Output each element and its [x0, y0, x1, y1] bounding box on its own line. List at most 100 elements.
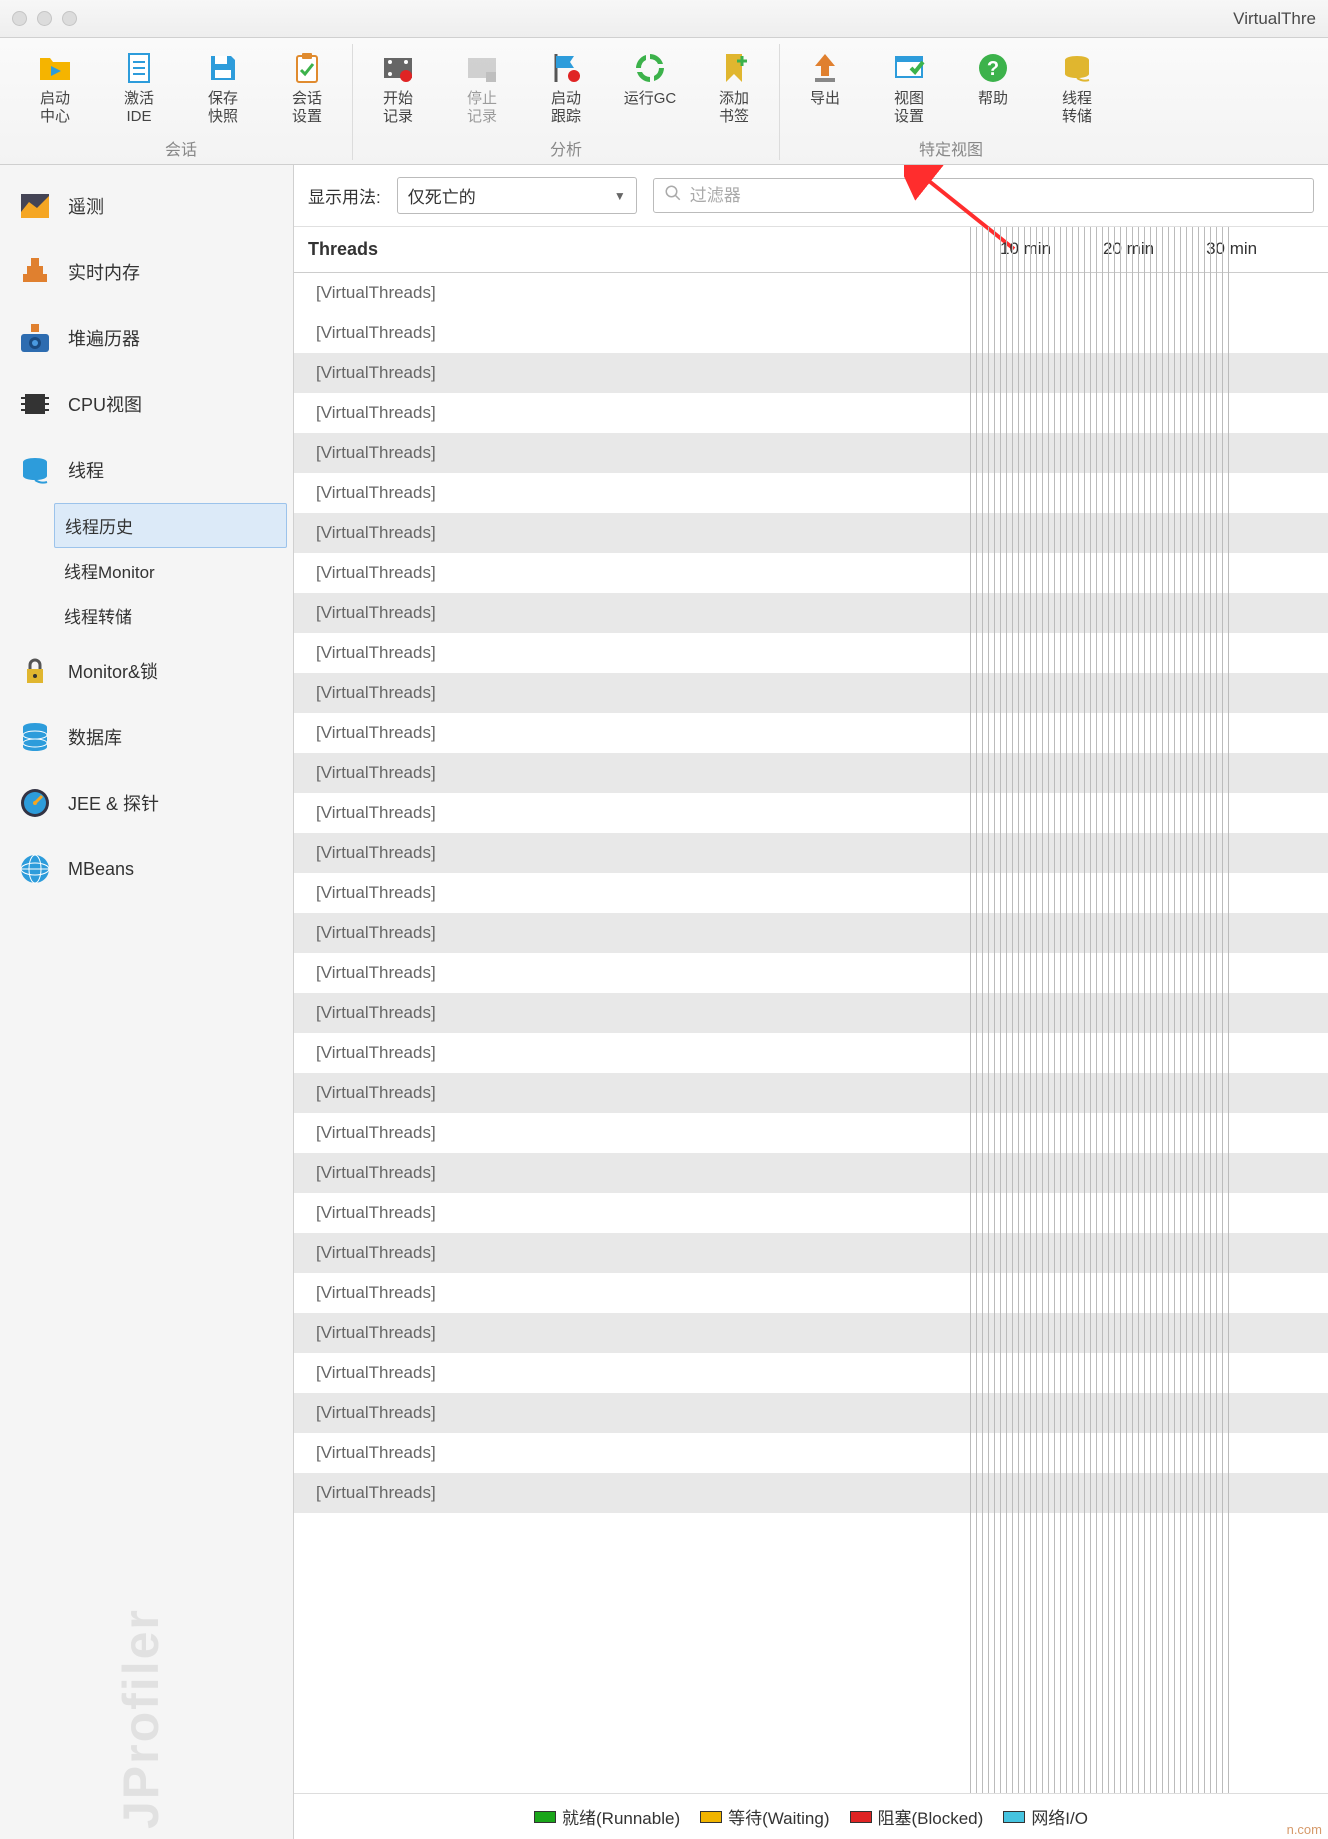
- start-center-button[interactable]: 启动 中心: [20, 44, 90, 130]
- film-stop-icon: [462, 48, 502, 88]
- tool-label: 运行GC: [624, 90, 677, 108]
- sidebar-item-live-memory[interactable]: 实时内存: [0, 239, 293, 305]
- database-icon: [16, 718, 54, 756]
- thread-area: Threads 10 min20 min30 min [VirtualThrea…: [294, 227, 1328, 1793]
- start-recording-button[interactable]: 开始 记录: [363, 44, 433, 130]
- display-mode-dropdown[interactable]: 仅死亡的 ▼: [397, 177, 637, 214]
- thread-row[interactable]: [VirtualThreads]: [294, 1353, 1328, 1393]
- sidebar-item-threads[interactable]: 线程: [0, 437, 293, 503]
- view-settings-button[interactable]: 视图 设置: [874, 44, 944, 130]
- group-label: 分析: [363, 136, 769, 160]
- toolbar-group: 导出视图 设置 ?帮助线程 转储特定视图: [780, 44, 1122, 160]
- folder-play-icon: [35, 48, 75, 88]
- thread-row[interactable]: [VirtualThreads]: [294, 713, 1328, 753]
- window-title: VirtualThre: [1233, 9, 1316, 29]
- filter-input[interactable]: [690, 186, 1303, 206]
- thread-row[interactable]: [VirtualThreads]: [294, 993, 1328, 1033]
- help-button[interactable]: ?帮助: [958, 44, 1028, 130]
- sidebar-item-jee-probes[interactable]: JEE & 探针: [0, 770, 293, 836]
- thread-row[interactable]: [VirtualThreads]: [294, 1433, 1328, 1473]
- thread-row[interactable]: [VirtualThreads]: [294, 273, 1328, 313]
- sidebar-item-cpu-views[interactable]: CPU视图: [0, 371, 293, 437]
- thread-name: [VirtualThreads]: [316, 1003, 970, 1023]
- thread-row[interactable]: [VirtualThreads]: [294, 1073, 1328, 1113]
- threads-column-header[interactable]: Threads: [308, 239, 970, 260]
- sidebar-item-mbeans[interactable]: MBeans: [0, 836, 293, 902]
- sidebar-item-heap-walker[interactable]: 堆遍历器: [0, 305, 293, 371]
- thread-row[interactable]: [VirtualThreads]: [294, 633, 1328, 673]
- close-dot[interactable]: [12, 11, 27, 26]
- camera-icon: [16, 319, 54, 357]
- thread-name: [VirtualThreads]: [316, 843, 970, 863]
- save-icon: [203, 48, 243, 88]
- maximize-dot[interactable]: [62, 11, 77, 26]
- thread-row[interactable]: [VirtualThreads]: [294, 953, 1328, 993]
- thread-name: [VirtualThreads]: [316, 1443, 970, 1463]
- recycle-icon: [630, 48, 670, 88]
- thread-row[interactable]: [VirtualThreads]: [294, 793, 1328, 833]
- thread-row[interactable]: [VirtualThreads]: [294, 1393, 1328, 1433]
- legend-label: 就绪(Runnable): [562, 1804, 680, 1829]
- filter-label: 显示用法:: [308, 183, 381, 208]
- tool-label: 视图 设置: [894, 90, 924, 126]
- thread-name: [VirtualThreads]: [316, 643, 970, 663]
- window-controls[interactable]: [12, 11, 77, 26]
- sidebar-item-telemetry[interactable]: 遥测: [0, 173, 293, 239]
- thread-row[interactable]: [VirtualThreads]: [294, 353, 1328, 393]
- svg-text:?: ?: [987, 58, 999, 80]
- thread-row[interactable]: [VirtualThreads]: [294, 1153, 1328, 1193]
- thread-row[interactable]: [VirtualThreads]: [294, 1473, 1328, 1513]
- spool-icon: [1057, 48, 1097, 88]
- thread-row[interactable]: [VirtualThreads]: [294, 553, 1328, 593]
- sidebar-item-label: 实时内存: [68, 259, 140, 285]
- activate-ide-button[interactable]: 激活 IDE: [104, 44, 174, 130]
- sidebar-subitem-thread-dump[interactable]: 线程转储: [48, 593, 293, 638]
- thread-row[interactable]: [VirtualThreads]: [294, 593, 1328, 633]
- sidebar-item-label: CPU视图: [68, 391, 142, 417]
- thread-row[interactable]: [VirtualThreads]: [294, 1193, 1328, 1233]
- thread-row[interactable]: [VirtualThreads]: [294, 913, 1328, 953]
- thread-row[interactable]: [VirtualThreads]: [294, 1033, 1328, 1073]
- sidebar-item-label: MBeans: [68, 859, 134, 880]
- tool-label: 线程 转储: [1062, 90, 1092, 126]
- start-tracking-button[interactable]: 启动 跟踪: [531, 44, 601, 130]
- filter-search[interactable]: [653, 178, 1314, 213]
- thread-row[interactable]: [VirtualThreads]: [294, 473, 1328, 513]
- sidebar-item-label: 数据库: [68, 724, 122, 750]
- thread-row[interactable]: [VirtualThreads]: [294, 513, 1328, 553]
- thread-row[interactable]: [VirtualThreads]: [294, 1113, 1328, 1153]
- thread-row[interactable]: [VirtualThreads]: [294, 753, 1328, 793]
- thread-row[interactable]: [VirtualThreads]: [294, 673, 1328, 713]
- stop-recording-button[interactable]: 停止 记录: [447, 44, 517, 130]
- thread-row[interactable]: [VirtualThreads]: [294, 433, 1328, 473]
- tool-label: 添加 书签: [719, 90, 749, 126]
- thread-row[interactable]: [VirtualThreads]: [294, 1313, 1328, 1353]
- sidebar-item-monitors-locks[interactable]: Monitor&锁: [0, 638, 293, 704]
- sidebar-subitem-thread-history[interactable]: 线程历史: [54, 503, 287, 548]
- thread-row[interactable]: [VirtualThreads]: [294, 833, 1328, 873]
- run-gc-button[interactable]: 运行GC: [615, 44, 685, 130]
- thread-name: [VirtualThreads]: [316, 1363, 970, 1383]
- add-bookmark-button[interactable]: 添加 书签: [699, 44, 769, 130]
- watermark: JProfiler: [112, 1608, 170, 1829]
- upload-icon: [805, 48, 845, 88]
- thread-row[interactable]: [VirtualThreads]: [294, 313, 1328, 353]
- thread-name: [VirtualThreads]: [316, 363, 970, 383]
- sidebar-item-databases[interactable]: 数据库: [0, 704, 293, 770]
- minimize-dot[interactable]: [37, 11, 52, 26]
- save-snapshot-button[interactable]: 保存 快照: [188, 44, 258, 130]
- thread-name: [VirtualThreads]: [316, 1243, 970, 1263]
- thread-dump-button[interactable]: 线程 转储: [1042, 44, 1112, 130]
- legend-label: 等待(Waiting): [728, 1804, 829, 1829]
- export-button[interactable]: 导出: [790, 44, 860, 130]
- thread-row[interactable]: [VirtualThreads]: [294, 1233, 1328, 1273]
- group-label: 特定视图: [790, 136, 1112, 160]
- legend-swatch: [850, 1811, 872, 1823]
- thread-row[interactable]: [VirtualThreads]: [294, 873, 1328, 913]
- spool-icon: [16, 451, 54, 489]
- thread-row[interactable]: [VirtualThreads]: [294, 393, 1328, 433]
- thread-row[interactable]: [VirtualThreads]: [294, 1273, 1328, 1313]
- sidebar-subitem-thread-monitor[interactable]: 线程Monitor: [48, 548, 293, 593]
- session-settings-button[interactable]: 会话 设置: [272, 44, 342, 130]
- thread-name: [VirtualThreads]: [316, 1483, 970, 1503]
